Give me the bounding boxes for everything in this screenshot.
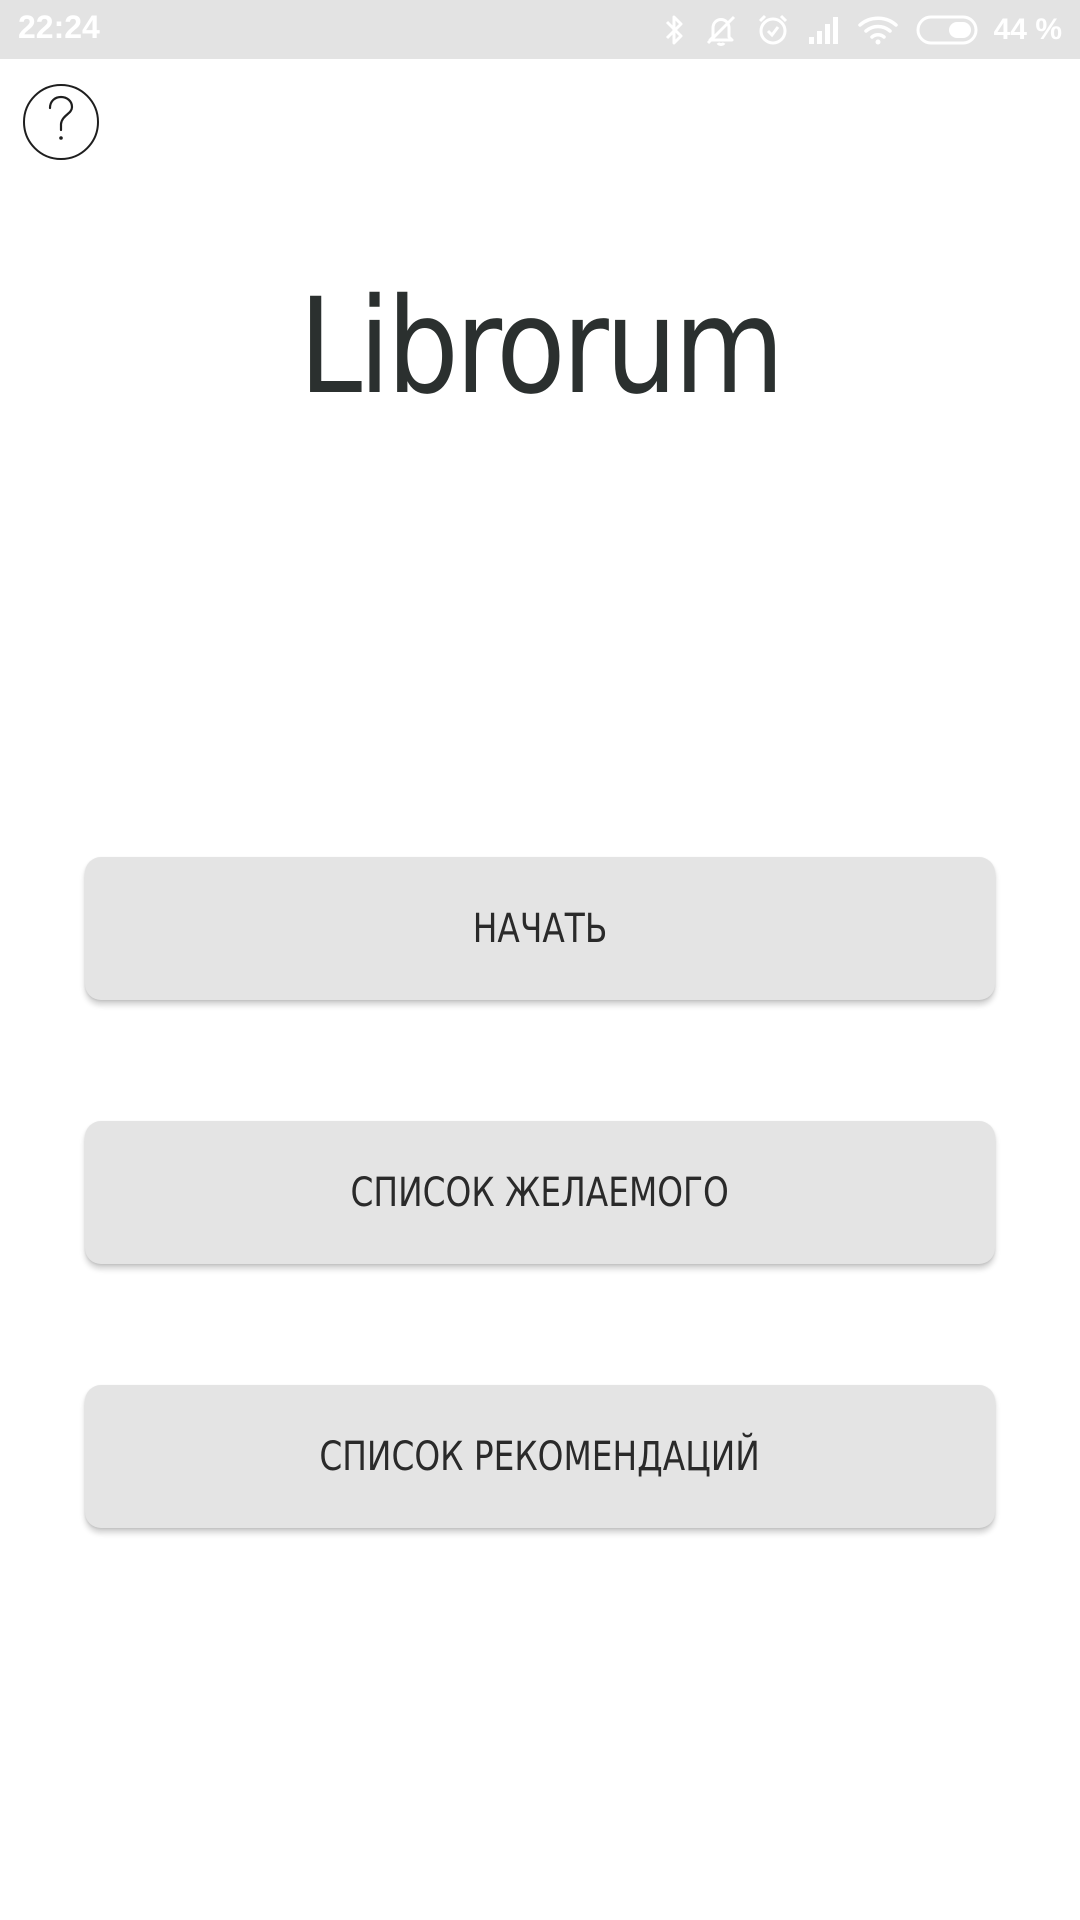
notifications-off-icon — [704, 13, 738, 47]
bluetooth-icon — [664, 13, 686, 47]
wifi-icon — [857, 15, 898, 45]
status-bar: 22:24 44 % — [0, 0, 1080, 59]
wishlist-button-label: СПИСОК ЖЕЛАЕМОГО — [350, 1169, 730, 1216]
app-title: Librorum — [298, 270, 785, 424]
status-icons: 44 % — [646, 6, 1062, 54]
question-mark-icon — [41, 92, 81, 153]
help-button[interactable] — [23, 84, 99, 160]
start-button-label: НАЧАТЬ — [472, 905, 608, 952]
battery-icon — [916, 15, 982, 45]
alarm-icon — [756, 13, 790, 47]
signal-icon — [808, 15, 840, 45]
status-time: 22:24 — [18, 9, 100, 45]
battery-percent: 44 % — [993, 13, 1062, 46]
recommendations-button-label: СПИСОК РЕКОМЕНДАЦИЙ — [319, 1433, 761, 1480]
recommendations-button[interactable]: СПИСОК РЕКОМЕНДАЦИЙ — [85, 1385, 995, 1528]
wishlist-button[interactable]: СПИСОК ЖЕЛАЕМОГО — [85, 1121, 995, 1264]
start-button[interactable]: НАЧАТЬ — [85, 857, 995, 1000]
